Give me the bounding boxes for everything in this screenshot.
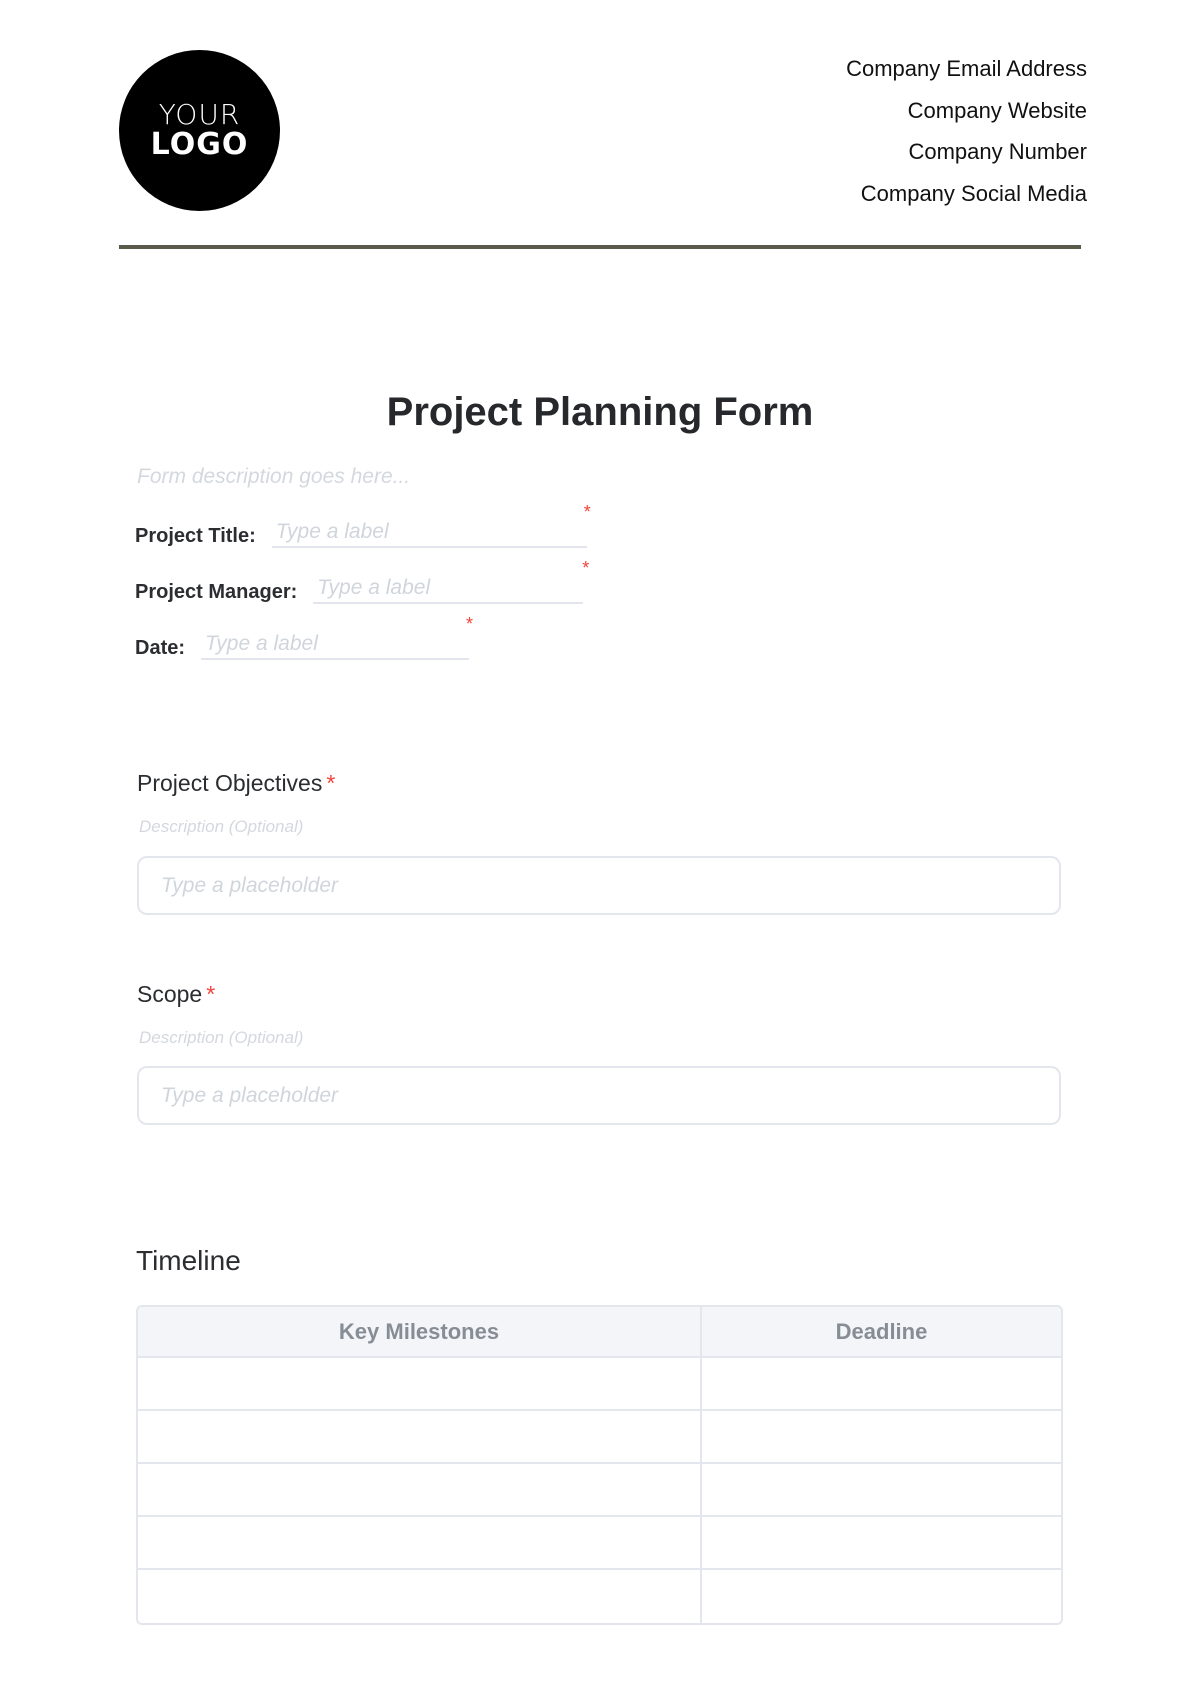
objectives-description: Description (Optional)	[139, 817, 304, 836]
milestone-cell[interactable]	[138, 1358, 702, 1411]
column-header-key-milestones: Key Milestones	[138, 1307, 702, 1358]
company-website: Company Website	[907, 97, 1087, 123]
objectives-input[interactable]	[137, 856, 1061, 915]
company-email: Company Email Address	[846, 56, 1087, 81]
project-title-input[interactable]	[271, 520, 587, 548]
project-title-field: Project Title: *	[135, 502, 591, 548]
project-title-label: Project Title:	[135, 525, 256, 547]
milestone-cell[interactable]	[138, 1570, 702, 1623]
table-row	[138, 1358, 1061, 1411]
table-row	[138, 1464, 1061, 1517]
project-manager-field: Project Manager: *	[135, 558, 589, 604]
deadline-cell[interactable]	[702, 1464, 1061, 1517]
table-row	[138, 1517, 1061, 1570]
objectives-label-text: Project Objectives	[137, 770, 323, 796]
form-title: Project Planning Form	[386, 390, 814, 434]
form-description: Form description goes here...	[137, 465, 411, 488]
company-number: Company Number	[908, 139, 1087, 164]
timeline-title: Timeline	[136, 1245, 241, 1276]
required-marker: *	[466, 614, 474, 634]
table-header-row: Key Milestones Deadline	[138, 1307, 1061, 1358]
deadline-cell[interactable]	[702, 1358, 1061, 1411]
deadline-cell[interactable]	[702, 1517, 1061, 1570]
scope-label: Scope *	[137, 981, 215, 1008]
company-logo: YOUR LOGO	[119, 50, 280, 211]
table-row	[138, 1570, 1061, 1623]
logo-text-logo: LOGO	[150, 127, 249, 163]
date-label: Date:	[135, 637, 186, 659]
header-divider	[119, 245, 1081, 249]
required-marker: *	[206, 981, 216, 1007]
milestone-cell[interactable]	[138, 1411, 702, 1464]
column-header-deadline: Deadline	[702, 1307, 1061, 1358]
scope-input[interactable]	[137, 1066, 1061, 1125]
date-field: Date: *	[135, 614, 473, 660]
project-manager-input[interactable]	[313, 576, 584, 604]
company-info: Company Email Address Company Website Co…	[846, 55, 1087, 221]
deadline-cell[interactable]	[702, 1411, 1061, 1464]
milestone-cell[interactable]	[138, 1517, 702, 1570]
required-marker: *	[583, 502, 591, 522]
objectives-label: Project Objectives *	[137, 770, 335, 797]
table-row	[138, 1411, 1061, 1464]
required-marker: *	[326, 770, 336, 796]
scope-label-text: Scope	[137, 981, 203, 1007]
company-social-media: Company Social Media	[860, 180, 1087, 206]
required-marker: *	[582, 558, 590, 578]
project-manager-label: Project Manager:	[135, 581, 298, 603]
milestone-cell[interactable]	[138, 1464, 702, 1517]
scope-description: Description (Optional)	[139, 1028, 304, 1047]
date-input[interactable]	[201, 632, 470, 660]
deadline-cell[interactable]	[702, 1570, 1061, 1623]
timeline-table: Key Milestones Deadline	[136, 1305, 1063, 1625]
logo-text-your: YOUR	[158, 98, 241, 132]
